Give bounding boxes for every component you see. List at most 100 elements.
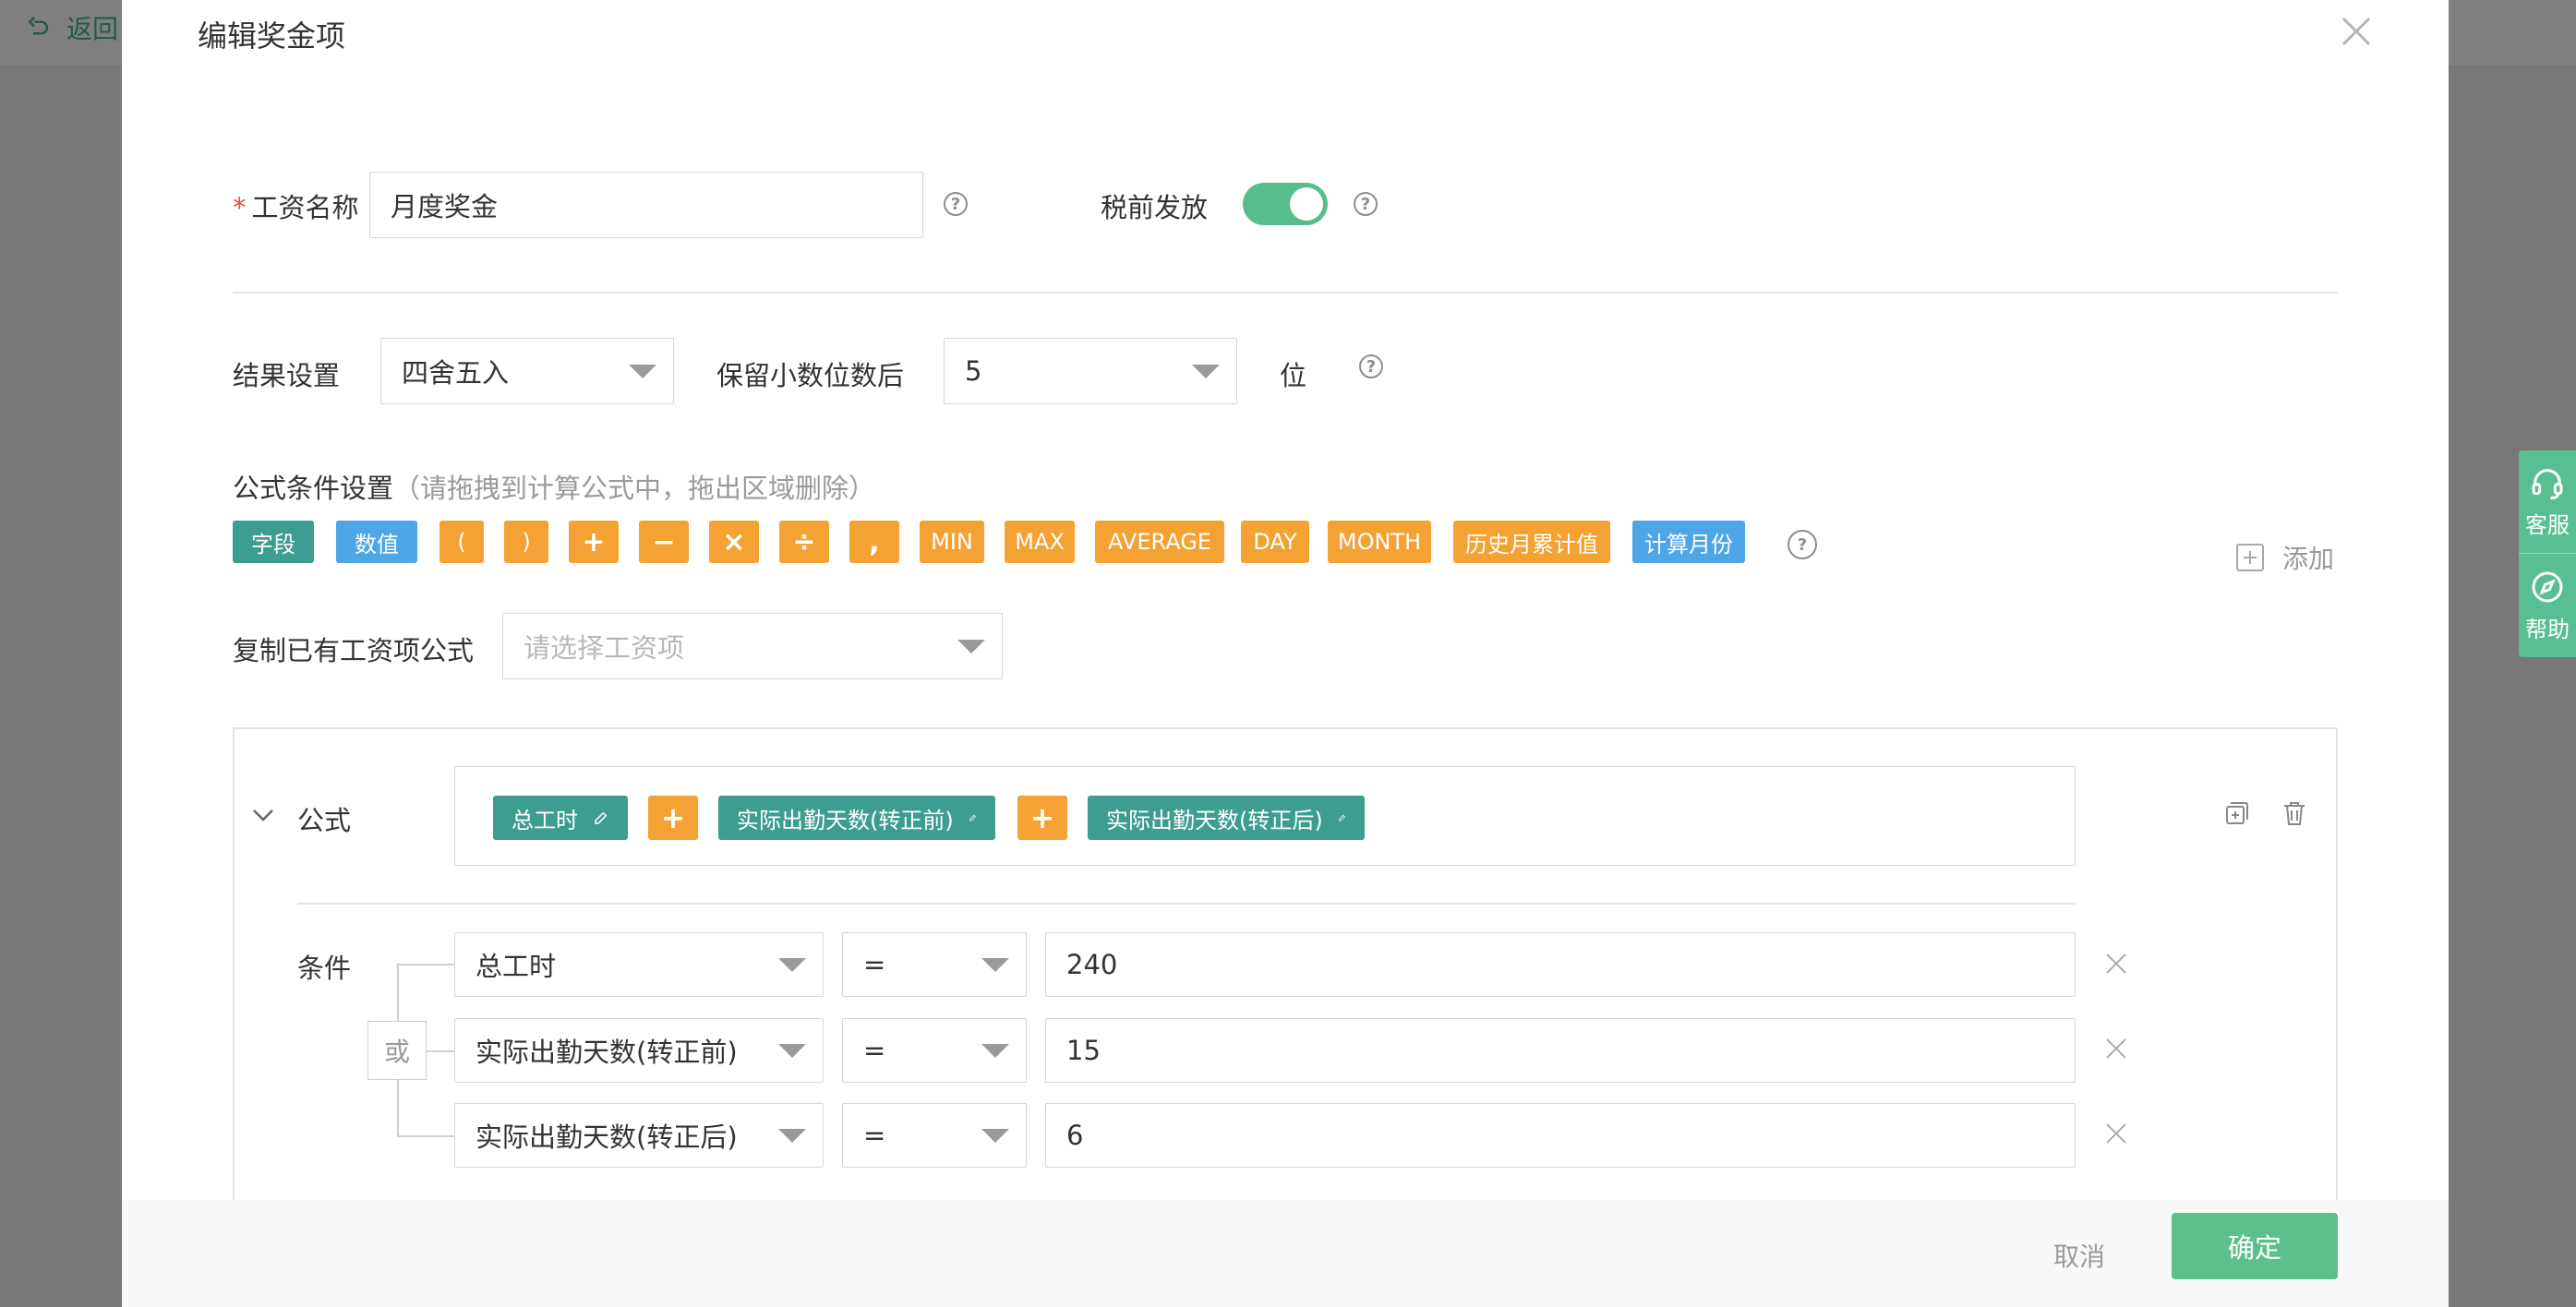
formula-token-field[interactable]: 实际出勤天数(转正后): [1088, 796, 1365, 840]
side-widget: 客服 帮助: [2519, 450, 2576, 657]
required-mark: *: [233, 192, 247, 223]
remove-condition-icon[interactable]: [2103, 1036, 2129, 1061]
section-divider: [233, 292, 2338, 294]
formula-token-operator[interactable]: +: [648, 796, 698, 840]
condition-field-value: 实际出勤天数(转正后): [475, 1121, 738, 1153]
remove-condition-icon[interactable]: [2103, 951, 2129, 977]
chip-left-paren[interactable]: (: [439, 521, 484, 563]
chip-max[interactable]: MAX: [1005, 521, 1075, 563]
chevron-down-icon: [629, 365, 656, 378]
chip-month[interactable]: MONTH: [1328, 521, 1431, 563]
rounding-value: 四舍五入: [402, 357, 510, 389]
result-setting-label: 结果设置: [233, 360, 341, 391]
pencil-icon[interactable]: [1338, 808, 1346, 828]
condition-field-select[interactable]: 实际出勤天数(转正前): [454, 1018, 824, 1083]
chip-number[interactable]: 数值: [336, 521, 417, 563]
chip-divide[interactable]: ÷: [779, 521, 829, 563]
pretax-label: 税前发放: [1101, 192, 1209, 223]
condition-operator-select[interactable]: =: [842, 932, 1027, 997]
chevron-down-icon: [778, 1129, 806, 1143]
salary-name-help-icon[interactable]: ?: [944, 192, 968, 216]
chip-day[interactable]: DAY: [1241, 521, 1309, 563]
condition-value: 240: [1066, 949, 1118, 980]
chevron-down-icon: [981, 958, 1009, 972]
formula-token-field[interactable]: 总工时: [493, 796, 628, 840]
decimals-select[interactable]: 5: [944, 338, 1237, 404]
condition-value-input[interactable]: 6: [1045, 1103, 2076, 1168]
conditions-label: 条件: [297, 953, 352, 984]
customer-service-button[interactable]: 客服: [2519, 450, 2576, 554]
decimals-value: 5: [965, 355, 982, 387]
chevron-down-icon: [778, 958, 806, 972]
condition-operator-select[interactable]: =: [842, 1103, 1027, 1168]
formula-token-label: 实际出勤天数(转正前): [737, 807, 954, 833]
cancel-button[interactable]: 取消: [2033, 1228, 2125, 1283]
help-button[interactable]: 帮助: [2519, 554, 2576, 657]
chevron-down-icon: [981, 1129, 1009, 1143]
decimals-help-icon[interactable]: ?: [1359, 354, 1383, 378]
formula-label: 公式: [297, 805, 352, 836]
condition-operator-value: =: [863, 949, 886, 980]
logic-or-toggle[interactable]: 或: [367, 1021, 427, 1080]
customer-service-label: 客服: [2525, 512, 2570, 538]
condition-operator-select[interactable]: =: [842, 1018, 1027, 1083]
chevron-down-icon[interactable]: [249, 801, 277, 829]
condition-field-select[interactable]: 实际出勤天数(转正后): [454, 1103, 824, 1168]
copy-icon[interactable]: [2223, 799, 2251, 827]
condition-value: 15: [1066, 1035, 1101, 1066]
chip-plus[interactable]: +: [569, 521, 619, 563]
salary-name-input[interactable]: 月度奖金: [369, 172, 923, 238]
condition-value: 6: [1066, 1120, 1084, 1151]
add-button[interactable]: 添加: [2236, 539, 2334, 576]
formula-token-field[interactable]: 实际出勤天数(转正前): [718, 796, 995, 840]
chevron-down-icon: [1192, 365, 1220, 378]
formula-divider: [297, 903, 2076, 905]
chip-comma[interactable]: ,: [849, 521, 899, 563]
formula-conditions-title: 公式条件设置（请拖拽到计算公式中，拖出区域删除）: [233, 467, 875, 506]
decimals-unit: 位: [1280, 360, 1307, 391]
copy-formula-select[interactable]: 请选择工资项: [502, 613, 1003, 679]
condition-operator-value: =: [863, 1035, 886, 1066]
close-icon[interactable]: [2338, 13, 2375, 50]
decimals-label: 保留小数位数后: [716, 360, 905, 391]
edit-bonus-modal: 编辑奖金项 * 工资名称 月度奖金 ? 税前发放 ? 结果设置 四舍五入 保留小数…: [122, 0, 2449, 1307]
salary-name-value: 月度奖金: [391, 191, 499, 222]
formula-help-icon[interactable]: ?: [1788, 530, 1817, 559]
toggle-knob: [1290, 187, 1323, 221]
chip-multiply[interactable]: ×: [709, 521, 759, 563]
chip-history-cumulative[interactable]: 历史月累计值: [1453, 521, 1610, 563]
compass-icon: [2532, 571, 2563, 602]
chevron-down-icon: [981, 1044, 1009, 1058]
condition-field-value: 总工时: [475, 951, 557, 982]
chip-minus[interactable]: −: [639, 521, 689, 563]
remove-condition-icon[interactable]: [2103, 1121, 2129, 1146]
add-label: 添加: [2282, 544, 2335, 574]
condition-field-value: 实际出勤天数(转正前): [475, 1037, 738, 1068]
chip-field[interactable]: 字段: [233, 521, 314, 563]
pencil-icon[interactable]: [593, 808, 609, 828]
formula-conditions-hint: （请拖拽到计算公式中，拖出区域删除）: [393, 473, 876, 504]
condition-operator-value: =: [863, 1120, 886, 1151]
chip-calc-month[interactable]: 计算月份: [1632, 521, 1745, 563]
chevron-down-icon: [778, 1044, 806, 1058]
salary-name-label-text: 工资名称: [251, 192, 359, 223]
confirm-button[interactable]: 确定: [2172, 1213, 2338, 1279]
chip-min[interactable]: MIN: [920, 521, 984, 563]
condition-tree-line: [397, 1135, 454, 1137]
copy-formula-label: 复制已有工资项公式: [233, 635, 475, 666]
rounding-select[interactable]: 四舍五入: [380, 338, 674, 404]
formula-token-operator[interactable]: +: [1017, 796, 1067, 840]
trash-icon[interactable]: [2281, 799, 2308, 827]
chip-right-paren[interactable]: ): [504, 521, 548, 563]
condition-value-input[interactable]: 240: [1045, 932, 2076, 997]
condition-field-select[interactable]: 总工时: [454, 932, 824, 997]
chip-average[interactable]: AVERAGE: [1095, 521, 1224, 563]
help-label: 帮助: [2525, 616, 2570, 642]
pretax-help-icon[interactable]: ?: [1354, 192, 1378, 216]
formula-token-label: 总工时: [512, 807, 578, 833]
formula-conditions-title-text: 公式条件设置: [233, 473, 394, 504]
pretax-toggle[interactable]: [1243, 183, 1328, 225]
condition-value-input[interactable]: 15: [1045, 1018, 2076, 1083]
modal-title: 编辑奖金项: [198, 18, 346, 54]
pencil-icon[interactable]: [969, 808, 977, 828]
